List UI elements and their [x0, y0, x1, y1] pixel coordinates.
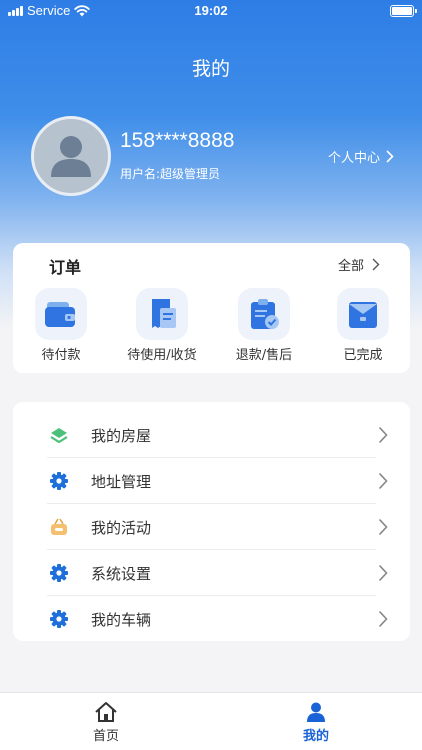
chevron-right-icon: [378, 564, 388, 582]
person-silhouette-icon: [51, 136, 91, 177]
menu-item-activities[interactable]: 我的活动: [13, 504, 410, 550]
gear-icon: [50, 472, 68, 490]
orders-title: 订单: [49, 258, 82, 277]
menu-label: 我的房屋: [91, 427, 152, 445]
gear-icon: [50, 610, 68, 628]
receipt-icon: [136, 288, 188, 340]
gear-icon: [50, 564, 68, 582]
avatar[interactable]: [31, 116, 111, 196]
order-label: 待付款: [41, 348, 81, 363]
order-completed[interactable]: 已完成: [318, 288, 408, 363]
personal-center-link[interactable]: 个人中心: [328, 147, 394, 166]
envelope-icon: [337, 288, 389, 340]
menu-label: 我的车辆: [91, 611, 152, 629]
orders-card: 订单 全部 待付款 待使用/收货 退款/售后 已完成: [13, 243, 410, 373]
menu-label: 系统设置: [91, 565, 152, 583]
personal-center-label: 个人中心: [327, 151, 380, 166]
tab-mine[interactable]: 我的: [276, 701, 356, 744]
menu-item-address[interactable]: 地址管理: [13, 458, 410, 504]
orders-all-label: 全部: [337, 259, 364, 274]
chevron-right-icon: [378, 610, 388, 628]
chevron-right-icon: [378, 426, 388, 444]
house-layers-icon: [50, 428, 68, 444]
order-label: 待使用/收货: [127, 348, 197, 363]
tab-label: 我的: [302, 729, 329, 744]
tab-bar: 首页 我的: [0, 692, 422, 750]
order-pending-payment[interactable]: 待付款: [16, 288, 106, 363]
menu-card: 我的房屋 地址管理 我的活动 系统设置 我的车辆: [13, 402, 410, 641]
status-time: 19:02: [194, 3, 228, 18]
home-icon: [95, 702, 117, 722]
battery-icon: [390, 5, 417, 17]
chevron-right-icon: [386, 150, 394, 163]
person-icon: [307, 702, 325, 722]
order-to-use[interactable]: 待使用/收货: [117, 288, 207, 363]
menu-item-my-vehicles[interactable]: 我的车辆: [13, 596, 410, 642]
menu-label: 我的活动: [91, 519, 152, 537]
chevron-right-icon: [378, 518, 388, 536]
profile-username: 用户名:超级管理员: [120, 167, 221, 181]
wallet-icon: [35, 288, 87, 340]
order-label: 退款/售后: [235, 348, 293, 363]
chevron-right-icon: [378, 472, 388, 490]
tab-label: 首页: [92, 729, 119, 744]
menu-item-my-house[interactable]: 我的房屋: [13, 412, 410, 458]
menu-label: 地址管理: [91, 473, 152, 491]
orders-all-link[interactable]: 全部: [338, 255, 380, 274]
menu-item-system-settings[interactable]: 系统设置: [13, 550, 410, 596]
profile-phone: 158****8888: [120, 129, 235, 152]
clipboard-check-icon: [238, 288, 290, 340]
tab-home[interactable]: 首页: [66, 701, 146, 744]
order-label: 已完成: [343, 348, 383, 363]
page-title: 我的: [191, 58, 230, 80]
basket-icon: [51, 518, 67, 535]
chevron-right-icon: [372, 258, 380, 271]
status-bar: Service 19:02: [0, 0, 422, 22]
order-refund[interactable]: 退款/售后: [219, 288, 309, 363]
